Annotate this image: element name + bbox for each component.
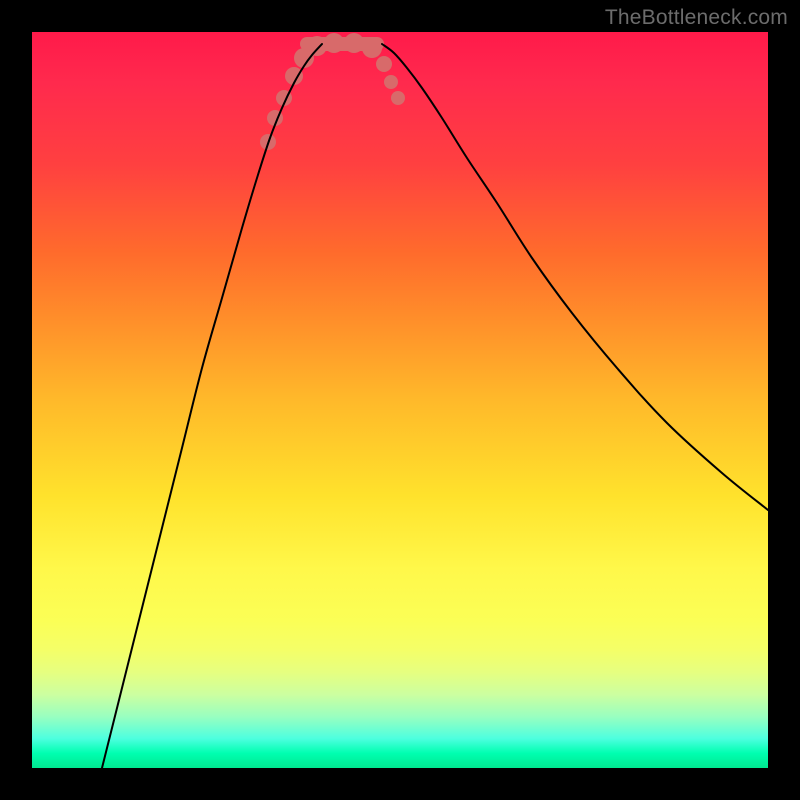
watermark-label: TheBottleneck.com	[605, 6, 788, 30]
marker-dot	[384, 75, 398, 89]
marker-dot	[391, 91, 405, 105]
marker-dot	[376, 56, 392, 72]
chart-svg	[32, 32, 768, 768]
curves-group	[102, 44, 768, 768]
chart-container: TheBottleneck.com	[0, 0, 800, 800]
curve-left-curve	[102, 44, 322, 768]
curve-right-curve	[382, 44, 768, 510]
plot-area	[32, 32, 768, 768]
